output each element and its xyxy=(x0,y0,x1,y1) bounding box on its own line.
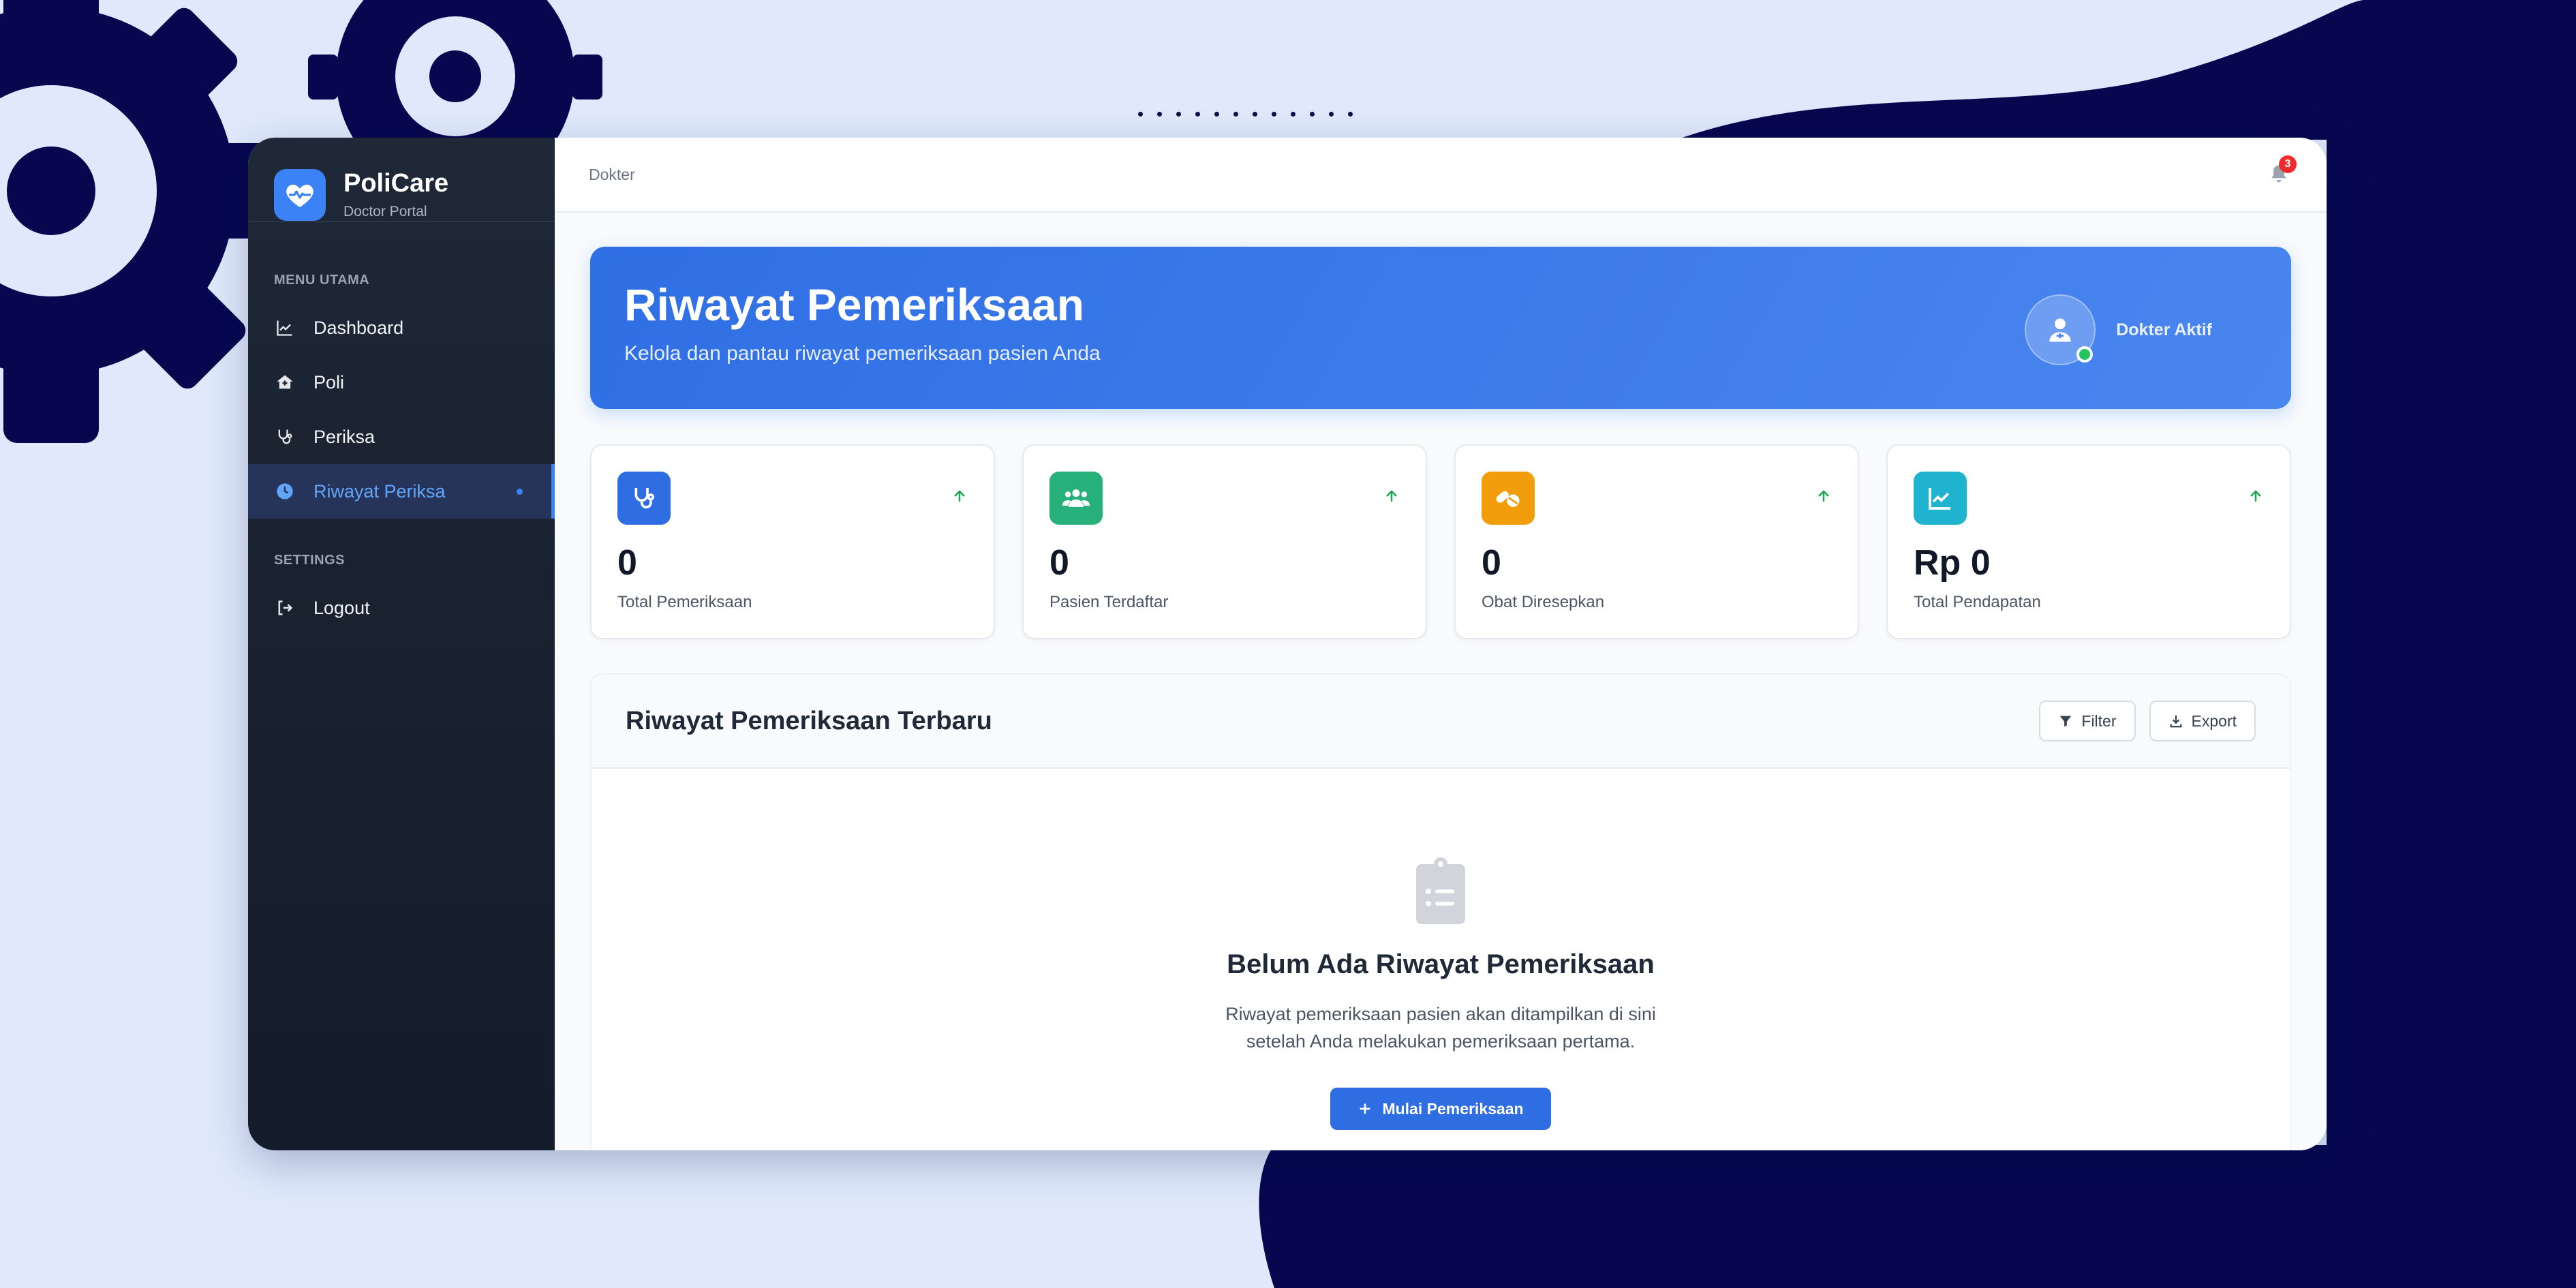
export-button[interactable]: Export xyxy=(2149,701,2256,741)
active-indicator xyxy=(517,488,523,495)
filter-button-label: Filter xyxy=(2081,711,2117,730)
empty-state-text: Riwayat pemeriksaan pasien akan ditampil… xyxy=(592,1000,2290,1055)
menu-section-label: MENU UTAMA xyxy=(274,273,370,288)
breadcrumb[interactable]: Dokter xyxy=(589,166,635,184)
stethoscope-icon xyxy=(274,426,296,448)
logout-icon xyxy=(274,597,296,619)
sidebar: PoliCare Doctor Portal MENU UTAMA Dashbo… xyxy=(248,138,555,1150)
pills-icon xyxy=(1482,472,1535,525)
notification-badge: 3 xyxy=(2279,155,2297,173)
app-name: PoliCare xyxy=(343,169,449,198)
page-title: Riwayat Pemeriksaan xyxy=(624,279,1085,330)
sidebar-item-label: Poli xyxy=(313,371,345,393)
avatar xyxy=(2025,294,2096,365)
app-window: PoliCare Doctor Portal MENU UTAMA Dashbo… xyxy=(248,138,2327,1150)
status-label: Dokter Aktif xyxy=(2116,320,2212,339)
brand: PoliCare Doctor Portal xyxy=(248,138,555,249)
start-examination-button-label: Mulai Pemeriksaan xyxy=(1382,1099,1524,1118)
stat-label: Pasien Terdaftar xyxy=(1049,593,1169,611)
download-icon xyxy=(2170,715,2181,728)
stat-card-obat-diresepkan: 0 Obat Diresepkan xyxy=(1454,444,1859,639)
sidebar-item-periksa[interactable]: Periksa xyxy=(248,410,555,464)
empty-state-title: Belum Ada Riwayat Pemeriksaan xyxy=(1227,949,1655,979)
topbar: Dokter 3 xyxy=(555,138,2327,213)
start-examination-button[interactable]: Mulai Pemeriksaan xyxy=(1330,1088,1551,1130)
doctor-status: Dokter Aktif xyxy=(2025,294,2212,365)
chart-line-icon xyxy=(274,317,296,339)
stat-label: Obat Diresepkan xyxy=(1482,593,1605,611)
stat-label: Total Pemeriksaan xyxy=(617,593,752,611)
sidebar-item-label: Riwayat Periksa xyxy=(313,480,446,502)
main-content: Dokter 3 Riwayat Pemeriksaan Kelola dan … xyxy=(555,138,2327,1150)
empty-state-text-line: Riwayat pemeriksaan pasien akan ditampil… xyxy=(1225,1004,1656,1024)
panel-header: Riwayat Pemeriksaan Terbaru Filter Expor… xyxy=(592,675,2290,769)
sidebar-item-dashboard[interactable]: Dashboard xyxy=(248,301,555,355)
chart-line-icon xyxy=(1914,472,1967,525)
stat-card-pasien-terdaftar: 0 Pasien Terdaftar xyxy=(1022,444,1427,639)
history-panel: Riwayat Pemeriksaan Terbaru Filter Expor… xyxy=(590,673,2291,1150)
sidebar-item-label: Dashboard xyxy=(313,317,404,338)
filter-button[interactable]: Filter xyxy=(2039,701,2136,741)
online-indicator xyxy=(2076,346,2094,363)
stat-value: 0 xyxy=(617,543,637,583)
clinic-icon xyxy=(274,371,296,393)
sidebar-item-label: Periksa xyxy=(313,426,375,447)
stat-value: Rp 0 xyxy=(1914,543,1991,583)
settings-section-label: SETTINGS xyxy=(274,553,346,568)
arrow-up-icon xyxy=(954,490,965,502)
stat-label: Total Pendapatan xyxy=(1914,593,2041,611)
filter-icon xyxy=(2060,716,2072,727)
empty-state-text-line: setelah Anda melakukan pemeriksaan perta… xyxy=(1246,1031,1636,1052)
panel-title: Riwayat Pemeriksaan Terbaru xyxy=(626,706,992,735)
arrow-up-icon xyxy=(1386,490,1397,502)
arrow-up-icon xyxy=(1818,490,1829,502)
heart-pulse-icon xyxy=(274,169,326,221)
clipboard-list-icon xyxy=(1413,856,1468,930)
sidebar-item-riwayat-periksa[interactable]: Riwayat Periksa xyxy=(248,464,555,519)
sidebar-item-poli[interactable]: Poli xyxy=(248,355,555,410)
stethoscope-icon xyxy=(617,472,671,525)
stat-value: 0 xyxy=(1482,543,1501,583)
sidebar-item-label: Logout xyxy=(313,597,370,618)
plus-icon xyxy=(1360,1103,1370,1114)
stat-card-total-pemeriksaan: 0 Total Pemeriksaan xyxy=(590,444,995,639)
users-icon xyxy=(1049,472,1103,525)
stat-value: 0 xyxy=(1049,543,1069,583)
hero-banner: Riwayat Pemeriksaan Kelola dan pantau ri… xyxy=(590,247,2291,409)
arrow-up-icon xyxy=(2250,490,2261,502)
stats-row: 0 Total Pemeriksaan 0 Pasien Terdaftar 0… xyxy=(590,444,2291,639)
clock-icon xyxy=(274,480,296,502)
user-doctor-icon xyxy=(2049,318,2071,342)
empty-state: Belum Ada Riwayat Pemeriksaan Riwayat pe… xyxy=(592,769,2290,1130)
page-subtitle: Kelola dan pantau riwayat pemeriksaan pa… xyxy=(624,342,1101,365)
dot-row-decoration xyxy=(1138,112,1353,117)
export-button-label: Export xyxy=(2191,711,2237,730)
notification-button[interactable]: 3 xyxy=(2265,155,2297,188)
stat-card-total-pendapatan: Rp 0 Total Pendapatan xyxy=(1886,444,2291,639)
sidebar-item-logout[interactable]: Logout xyxy=(248,581,555,635)
app-subtitle: Doctor Portal xyxy=(343,203,427,219)
